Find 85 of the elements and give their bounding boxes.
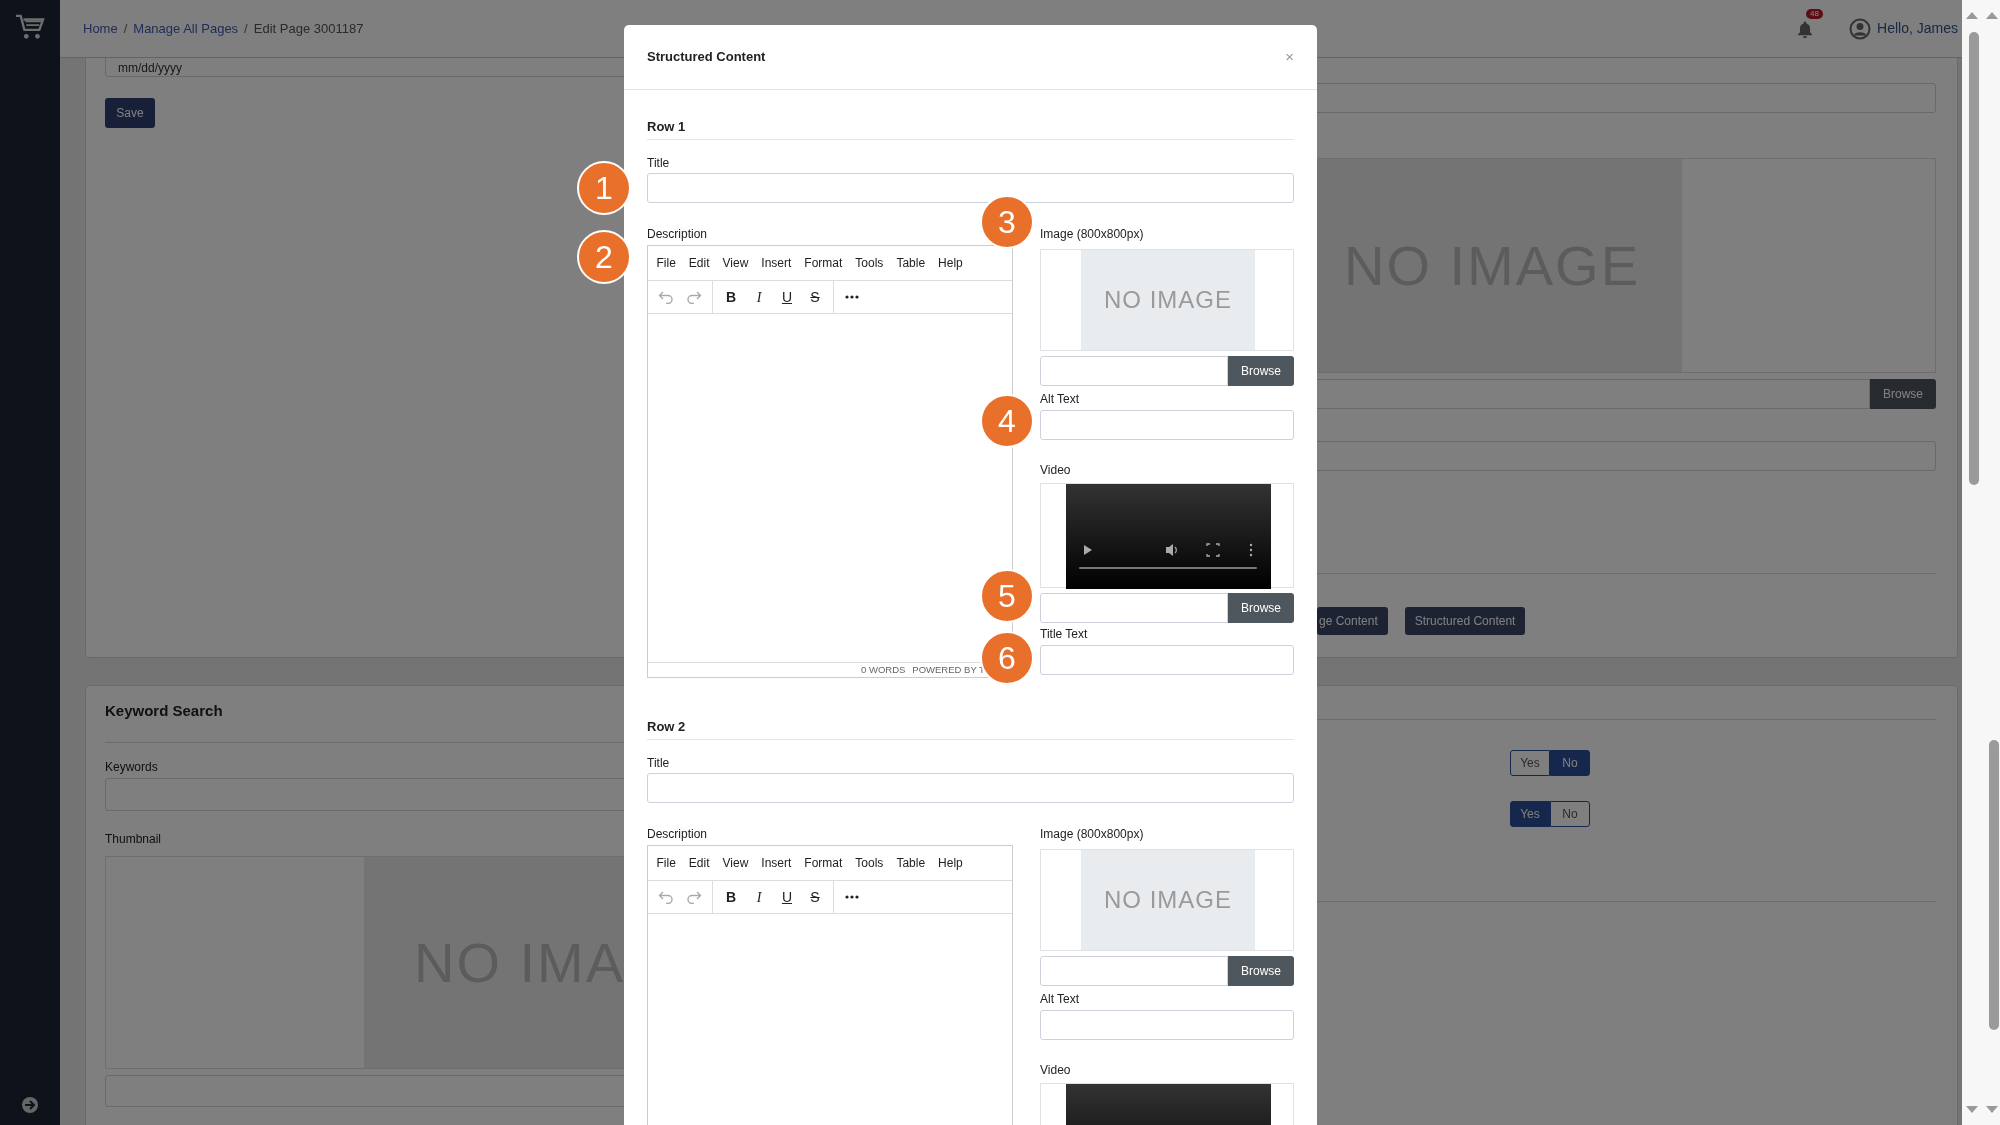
file-path-field[interactable] (1040, 593, 1228, 623)
menu-item[interactable]: Insert (756, 252, 796, 274)
menu-item[interactable]: Tools (850, 252, 888, 274)
modal-title: Structured Content (647, 48, 766, 67)
title-field[interactable] (647, 773, 1294, 803)
undo-icon (658, 290, 674, 304)
field-label: Image (800x800px) (1040, 227, 1145, 241)
breadcrumb-separator: / (123, 19, 128, 38)
toggle-option[interactable]: No (1550, 801, 1590, 827)
more-icon (845, 295, 859, 299)
content-button[interactable]: ge Content (1317, 607, 1388, 635)
menu-item[interactable]: Edit (684, 252, 715, 274)
menu-item[interactable]: Format (799, 852, 847, 874)
content-button[interactable]: Structured Content (1404, 607, 1526, 635)
field-label: Title (647, 156, 671, 170)
file-path-field[interactable] (1040, 956, 1228, 986)
toggle-option[interactable]: Yes (1510, 750, 1550, 776)
breadcrumb-separator: / (244, 19, 248, 38)
section-title: Keyword Search (105, 702, 224, 720)
row-heading: Row 1 (647, 119, 687, 135)
title-text-field[interactable] (1040, 645, 1294, 675)
menu-item[interactable]: View (718, 852, 753, 874)
menu-item[interactable]: Help (933, 252, 968, 274)
save-button[interactable]: Save (105, 98, 155, 128)
strikethrough-button[interactable]: S (803, 285, 827, 309)
bold-button[interactable]: B (719, 285, 743, 309)
menu-item[interactable]: Insert (756, 852, 796, 874)
field-label: Keywords (105, 760, 158, 774)
alt-text-field[interactable] (1040, 1010, 1294, 1040)
redo-icon (686, 290, 702, 304)
browse-button[interactable]: Browse (1870, 379, 1936, 409)
menu-item[interactable]: View (718, 252, 753, 274)
menu-item[interactable]: Table (891, 252, 930, 274)
field-label: Alt Text (1040, 992, 1081, 1006)
bell-icon[interactable] (1797, 19, 1814, 38)
scrollbar-thumb[interactable] (1989, 740, 1999, 1030)
no-image-text: NO IMAGE (1104, 885, 1232, 915)
field-label: Alt Text (1040, 392, 1081, 406)
notification-badge: 48 (1806, 8, 1823, 19)
redo-icon (686, 890, 702, 904)
title-field[interactable] (647, 173, 1294, 203)
breadcrumb-current: Edit Page 3001187 (253, 19, 364, 38)
bold-button[interactable]: B (719, 885, 743, 909)
italic-button[interactable]: I (747, 885, 771, 909)
arrow-right-icon[interactable] (21, 1096, 39, 1114)
scroll-down-icon[interactable] (1966, 1106, 1978, 1113)
field-label: Video (1040, 1063, 1072, 1077)
strikethrough-button[interactable]: S (803, 885, 827, 909)
file-path-field[interactable] (1040, 356, 1228, 386)
scroll-up-icon[interactable] (1966, 12, 1978, 19)
menu-item[interactable]: Edit (684, 852, 715, 874)
browse-button[interactable]: Browse (1228, 956, 1294, 986)
cart-icon[interactable] (14, 13, 46, 41)
menu-item[interactable]: File (652, 252, 681, 274)
menu-item[interactable]: Format (799, 252, 847, 274)
field-label: Description (647, 827, 709, 841)
row-heading: Row 2 (647, 719, 687, 735)
menu-item[interactable]: Help (933, 852, 968, 874)
italic-button[interactable]: I (747, 285, 771, 309)
menu-item[interactable]: File (652, 852, 681, 874)
user-greeting[interactable]: Hello, James (1877, 18, 1958, 39)
toggle-option[interactable]: Yes (1510, 801, 1550, 827)
undo-icon (658, 890, 674, 904)
alt-text-field[interactable] (1040, 410, 1294, 440)
more-icon (845, 895, 859, 899)
scroll-down-icon[interactable] (1986, 1106, 1998, 1113)
status-text: 0 WORDS (861, 663, 906, 677)
underline-button[interactable]: U (775, 885, 799, 909)
field-label: Title (647, 756, 671, 770)
toggle-option[interactable]: No (1550, 750, 1590, 776)
field-label: Title Text (1040, 627, 1089, 641)
field-label: Thumbnail (105, 832, 162, 846)
field-label: Description (647, 227, 709, 241)
no-image-text: NO IMAGE (1104, 285, 1232, 315)
browse-button[interactable]: Browse (1228, 593, 1294, 623)
scrollbar-thumb[interactable] (1969, 32, 1979, 485)
field-label: Video (1040, 463, 1072, 477)
browse-button[interactable]: Browse (1228, 356, 1294, 386)
underline-button[interactable]: U (775, 285, 799, 309)
menu-item[interactable]: Table (891, 852, 930, 874)
menu-item[interactable]: Tools (850, 852, 888, 874)
scroll-up-icon[interactable] (1986, 12, 1998, 19)
field-label: Image (800x800px) (1040, 827, 1145, 841)
user-avatar-icon[interactable] (1849, 17, 1872, 40)
video-player-drawing[interactable] (1066, 484, 1271, 589)
